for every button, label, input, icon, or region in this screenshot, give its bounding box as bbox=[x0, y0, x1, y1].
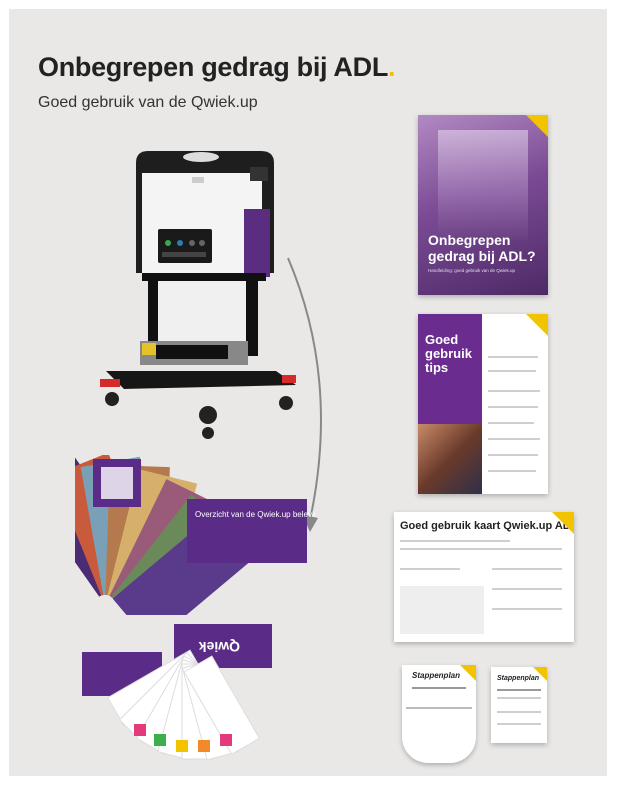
caregivers-photo bbox=[418, 424, 482, 494]
tips-booklet-image: Goed gebruik tips bbox=[418, 314, 548, 494]
title-accent-dot: . bbox=[388, 52, 396, 82]
fan-deck-logo: Qwiek bbox=[199, 639, 240, 655]
yellow-corner-mark bbox=[552, 512, 574, 534]
yellow-corner-mark bbox=[460, 665, 476, 681]
yellow-corner-mark bbox=[526, 115, 548, 137]
hallway-photo bbox=[438, 130, 528, 240]
fan-card-title: Overzicht van de Qwiek.up belevingsmodul… bbox=[195, 510, 315, 519]
qwiek-up-device-image bbox=[100, 151, 296, 439]
page-subtitle: Goed gebruik van de Qwiek.up bbox=[38, 94, 258, 111]
tips-booklet-title: Goed gebruik tips bbox=[425, 332, 472, 375]
page-title: Onbegrepen gedrag bij ADL. bbox=[38, 52, 396, 82]
stappenplan-label: Stappenplan bbox=[412, 671, 461, 680]
booklet-cover-image: Onbegrepen gedrag bij ADL? Handleiding: … bbox=[418, 115, 548, 295]
booklet-cover-subtitle: Handleiding: goed gebruik van de Qwiek.u… bbox=[428, 268, 516, 273]
booklet-cover-title: Onbegrepen gedrag bij ADL? bbox=[428, 232, 536, 264]
adl-card-title: Goed gebruik kaart Qwiek.up ADL bbox=[400, 520, 574, 532]
stappenplan-door-hanger-image: Stappenplan bbox=[402, 665, 476, 763]
yellow-corner-mark bbox=[533, 667, 547, 681]
adl-usage-card-image: Goed gebruik kaart Qwiek.up ADL bbox=[394, 512, 574, 642]
yellow-corner-mark bbox=[526, 314, 548, 336]
qwiek-fan-deck-image: Qwiek bbox=[82, 624, 272, 761]
adl-card-form-grid bbox=[400, 586, 484, 634]
module-cards-fan-image: Overzicht van de Qwiek.up belevingsmodul… bbox=[75, 455, 315, 615]
stappenplan-card-image: Stappenplan bbox=[491, 667, 547, 743]
